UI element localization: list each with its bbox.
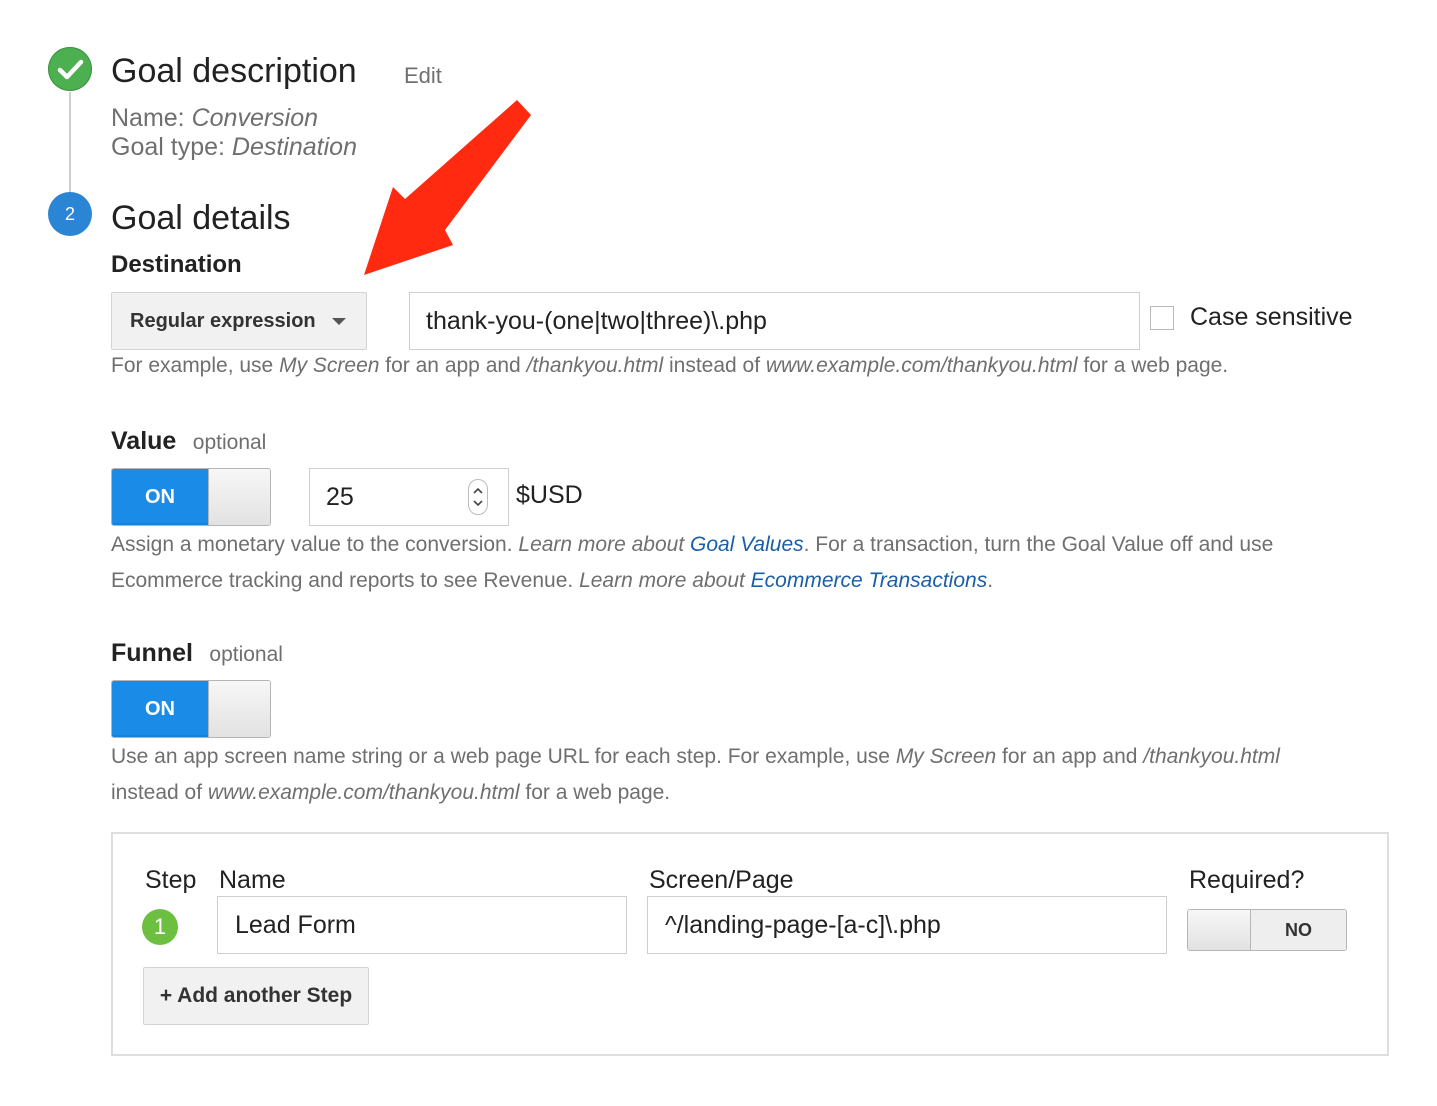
funnel-step-name-input[interactable]: Lead Form xyxy=(217,896,627,954)
required-toggle-knob xyxy=(1188,910,1251,950)
funnel-label: Funnel xyxy=(111,639,193,667)
goal-details-title: Goal details xyxy=(111,199,291,237)
value-help-line-1: Assign a monetary value to the conversio… xyxy=(111,533,1274,556)
goal-name-line: Name: Conversion xyxy=(111,104,357,133)
value-label: Value xyxy=(111,427,177,455)
value-heading: Value optional xyxy=(111,427,266,456)
annotation-arrow-icon xyxy=(364,100,531,275)
funnel-heading: Funnel optional xyxy=(111,639,283,668)
value-amount: 25 xyxy=(326,483,354,511)
destination-label: Destination xyxy=(111,251,242,278)
add-another-step-button[interactable]: + Add another Step xyxy=(143,967,369,1025)
value-optional-label: optional xyxy=(192,431,267,454)
funnel-toggle-on-label: ON xyxy=(112,681,208,737)
col-header-screen-page: Screen/Page xyxy=(649,866,794,894)
funnel-help-text: Use an app screen name string or a web p… xyxy=(111,739,1391,811)
funnel-step-page-input[interactable]: ^/landing-page-[a-c]\.php xyxy=(647,896,1167,954)
goal-type-line: Goal type: Destination xyxy=(111,133,357,162)
col-header-name: Name xyxy=(219,866,286,894)
ecommerce-transactions-link[interactable]: Ecommerce Transactions xyxy=(751,569,988,592)
value-help-text: Assign a monetary value to the conversio… xyxy=(111,527,1371,599)
step-complete-check-icon xyxy=(48,47,92,91)
goal-name-value: Conversion xyxy=(191,104,319,132)
match-type-dropdown[interactable]: Regular expression xyxy=(111,292,367,350)
value-help-line-2: Ecommerce tracking and reports to see Re… xyxy=(111,569,994,592)
case-sensitive-checkbox[interactable] xyxy=(1150,306,1174,330)
funnel-help-line-1: Use an app screen name string or a web p… xyxy=(111,745,1280,768)
case-sensitive-label: Case sensitive xyxy=(1190,303,1353,331)
col-header-step: Step xyxy=(145,866,197,894)
goal-summary: Name: Conversion Goal type: Destination xyxy=(111,104,357,162)
destination-help-text: For example, use My Screen for an app an… xyxy=(111,354,1229,377)
match-type-value: Regular expression xyxy=(130,309,316,332)
goal-values-link[interactable]: Goal Values xyxy=(690,533,804,556)
required-toggle[interactable]: NO xyxy=(1187,909,1347,951)
destination-input[interactable]: thank-you-(one|two|three)\.php xyxy=(409,292,1140,350)
goal-type-value: Destination xyxy=(231,133,357,161)
funnel-optional-label: optional xyxy=(209,643,283,666)
step-number-badge: 2 xyxy=(48,192,92,236)
value-toggle[interactable]: ON xyxy=(111,468,271,526)
value-toggle-on-label: ON xyxy=(112,469,208,525)
value-toggle-knob xyxy=(208,469,270,525)
funnel-step-number-badge: 1 xyxy=(142,909,178,945)
step-connector-line xyxy=(69,92,71,196)
edit-link[interactable]: Edit xyxy=(404,63,442,89)
currency-label: $USD xyxy=(516,481,583,509)
goal-name-label: Name: xyxy=(111,104,185,132)
goal-description-title: Goal description xyxy=(111,52,357,90)
required-toggle-label: NO xyxy=(1251,910,1346,950)
funnel-help-line-2: instead of www.example.com/thankyou.html… xyxy=(111,781,671,804)
funnel-toggle[interactable]: ON xyxy=(111,680,271,738)
stepper-arrows-icon[interactable] xyxy=(468,479,488,515)
col-header-required: Required? xyxy=(1189,866,1305,894)
goal-type-label: Goal type: xyxy=(111,133,225,161)
value-amount-stepper[interactable]: 25 xyxy=(309,468,509,526)
funnel-toggle-knob xyxy=(208,681,270,737)
caret-down-icon xyxy=(331,317,346,325)
